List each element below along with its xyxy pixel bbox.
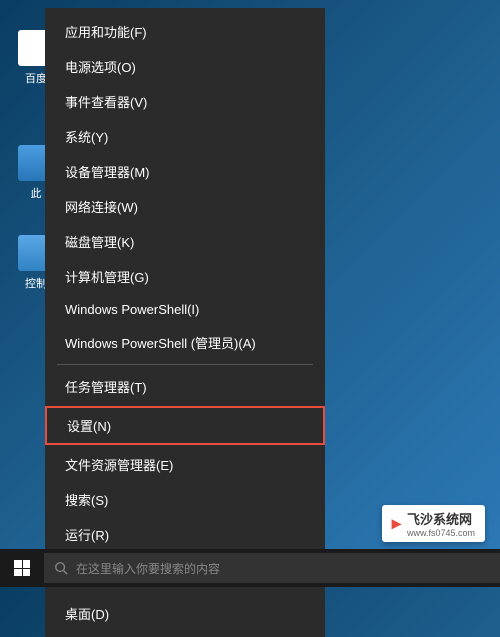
menu-label: 应用和功能(F): [65, 22, 147, 41]
menu-item-computer-management[interactable]: 计算机管理(G): [45, 259, 325, 294]
menu-divider: [57, 364, 313, 365]
menu-item-desktop[interactable]: 桌面(D): [45, 596, 325, 631]
menu-item-system[interactable]: 系统(Y): [45, 119, 325, 154]
menu-label: 搜索(S): [65, 490, 108, 509]
menu-item-power-options[interactable]: 电源选项(O): [45, 49, 325, 84]
menu-label: 网络连接(W): [65, 197, 138, 216]
winx-context-menu: 应用和功能(F) 电源选项(O) 事件查看器(V) 系统(Y) 设备管理器(M)…: [45, 8, 325, 637]
menu-label: 系统(Y): [65, 127, 108, 146]
menu-label: 设置(N): [67, 416, 111, 435]
search-placeholder: 在这里输入你要搜索的内容: [76, 560, 220, 577]
menu-label: 桌面(D): [65, 604, 109, 623]
start-button[interactable]: [0, 549, 44, 587]
menu-item-file-explorer[interactable]: 文件资源管理器(E): [45, 447, 325, 482]
menu-item-network-connections[interactable]: 网络连接(W): [45, 189, 325, 224]
menu-label: Windows PowerShell (管理员)(A): [65, 333, 256, 352]
menu-label: 电源选项(O): [65, 57, 136, 76]
icon-label: 此: [31, 188, 42, 200]
watermark-url: www.fs0745.com: [407, 528, 475, 538]
menu-label: 磁盘管理(K): [65, 232, 134, 251]
watermark-badge: ▸ 飞沙系统网 www.fs0745.com: [382, 505, 485, 542]
menu-item-device-manager[interactable]: 设备管理器(M): [45, 154, 325, 189]
icon-label: 百度: [25, 73, 47, 85]
menu-label: 任务管理器(T): [65, 377, 147, 396]
menu-item-apps-features[interactable]: 应用和功能(F): [45, 14, 325, 49]
menu-item-event-viewer[interactable]: 事件查看器(V): [45, 84, 325, 119]
arrow-icon: ▸: [392, 513, 401, 534]
menu-label: Windows PowerShell(I): [65, 302, 199, 317]
menu-label: 设备管理器(M): [65, 162, 150, 181]
menu-item-settings[interactable]: 设置(N): [45, 406, 325, 445]
taskbar: 在这里输入你要搜索的内容: [0, 549, 500, 587]
watermark-title: 飞沙系统网: [407, 512, 472, 527]
menu-item-run[interactable]: 运行(R): [45, 517, 325, 552]
windows-logo-icon: [14, 560, 30, 576]
search-icon: [54, 561, 68, 575]
menu-item-disk-management[interactable]: 磁盘管理(K): [45, 224, 325, 259]
icon-label: 控制: [25, 278, 47, 290]
menu-label: 运行(R): [65, 525, 109, 544]
menu-label: 事件查看器(V): [65, 92, 147, 111]
menu-item-powershell-admin[interactable]: Windows PowerShell (管理员)(A): [45, 325, 325, 360]
menu-item-powershell[interactable]: Windows PowerShell(I): [45, 294, 325, 325]
menu-label: 文件资源管理器(E): [65, 455, 173, 474]
menu-label: 计算机管理(G): [65, 267, 149, 286]
taskbar-search[interactable]: 在这里输入你要搜索的内容: [44, 553, 500, 583]
menu-item-task-manager[interactable]: 任务管理器(T): [45, 369, 325, 404]
menu-item-search[interactable]: 搜索(S): [45, 482, 325, 517]
